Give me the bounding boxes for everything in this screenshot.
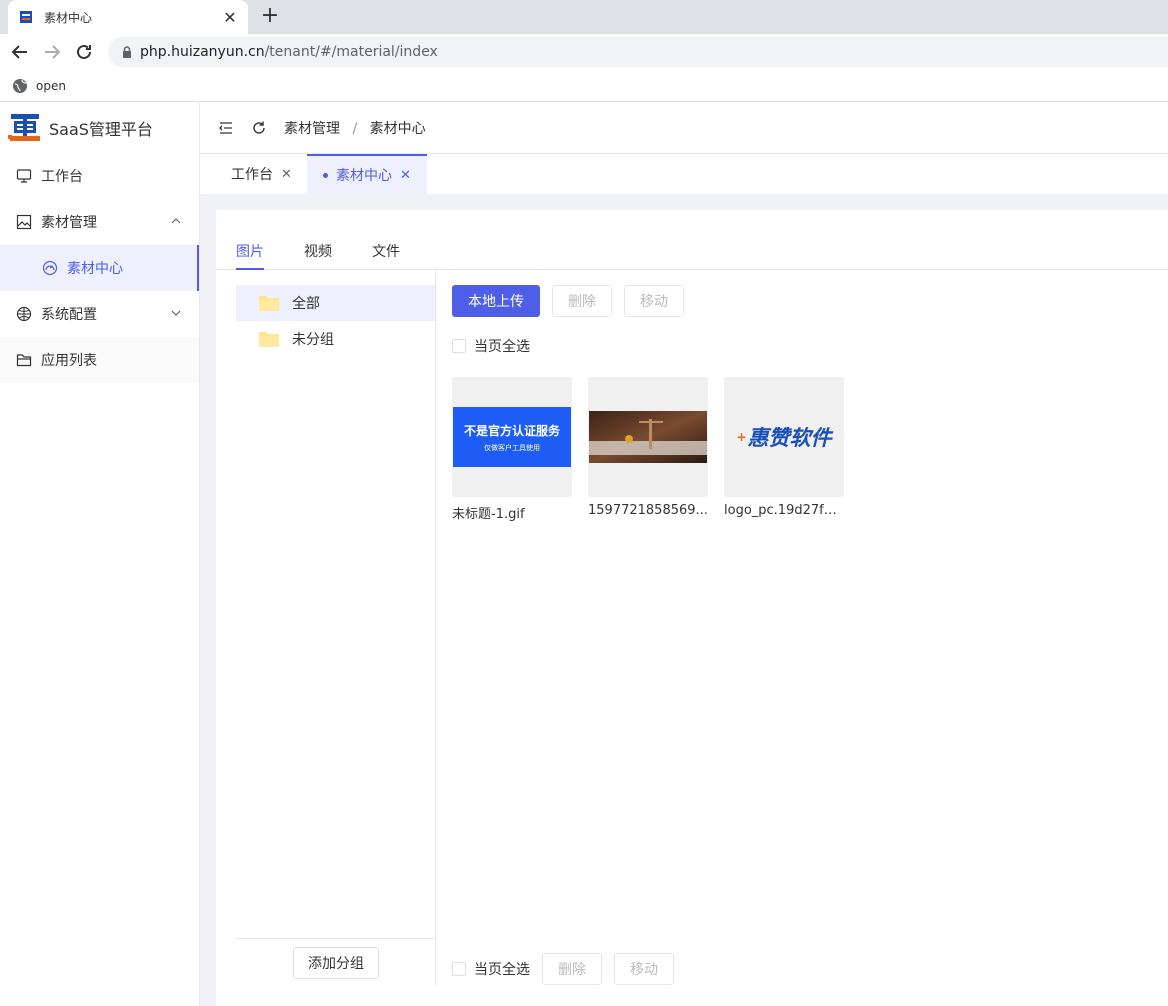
breadcrumb-current: 素材中心: [369, 121, 426, 137]
new-tab-icon[interactable]: +: [258, 4, 282, 28]
photo-image: [589, 411, 707, 463]
site-favicon-icon: [20, 11, 32, 23]
group-item-all[interactable]: 全部: [236, 285, 435, 321]
breadcrumb: 素材管理 / 素材中心: [284, 118, 426, 138]
select-all-checkbox[interactable]: [452, 339, 466, 353]
refresh-icon[interactable]: [251, 120, 267, 136]
media-tabs: 图片 视频 文件: [216, 230, 1168, 270]
tab-videos[interactable]: 视频: [304, 241, 332, 270]
group-footer: 添加分组: [236, 938, 436, 986]
banner-image: 不是官方认证服务 仅做客户工具使用: [453, 407, 571, 467]
folder-icon: [259, 296, 279, 311]
active-dot-icon: [323, 172, 328, 178]
lock-icon: [123, 46, 131, 58]
tab-files[interactable]: 文件: [372, 241, 400, 270]
group-item-ungrouped[interactable]: 未分组: [236, 321, 435, 357]
breadcrumb-separator: /: [352, 121, 358, 137]
close-tab-icon[interactable]: ✕: [222, 8, 238, 27]
globe-icon: [16, 306, 32, 322]
tab-workbench[interactable]: 工作台 ✕: [215, 154, 308, 194]
url-input[interactable]: php.huizanyun.cn/tenant/#/material/index: [108, 37, 1168, 67]
close-icon[interactable]: ✕: [400, 168, 411, 183]
url-host: php.huizanyun.cn: [140, 44, 265, 60]
select-all-top[interactable]: 当页全选: [452, 336, 530, 356]
browser-tab-title: 素材中心: [44, 10, 93, 25]
folder-icon: [259, 332, 279, 347]
image-grid: 不是官方认证服务 仅做客户工具使用 未标题-1.gif 159772185856…: [452, 377, 844, 522]
sidebar-item-label: 应用列表: [41, 353, 97, 369]
group-panel: 全部 未分组 添加分组: [236, 270, 436, 986]
sidebar-item-app-list[interactable]: 应用列表: [0, 337, 199, 383]
image-thumbnail[interactable]: [588, 377, 708, 497]
select-all-label: 当页全选: [474, 339, 530, 355]
browser-address-bar: php.huizanyun.cn/tenant/#/material/index: [0, 34, 1168, 70]
sidebar-item-label: 系统配置: [41, 307, 97, 323]
chevron-up-icon: [171, 218, 181, 224]
bookmarks-bar: open: [0, 70, 1168, 102]
logo-image: + 惠赞软件: [736, 422, 831, 452]
image-item[interactable]: 1597721858569...: [588, 377, 708, 522]
forward-arrow-icon[interactable]: [40, 40, 64, 64]
image-icon: [16, 214, 32, 230]
page-tabs: 工作台 ✕ 素材中心 ✕: [200, 154, 1168, 194]
gauge-icon: [42, 260, 58, 276]
image-thumbnail[interactable]: + 惠赞软件: [724, 377, 844, 497]
media-toolbar: 本地上传 删除 移动: [452, 285, 684, 317]
reload-icon[interactable]: [72, 40, 96, 64]
tab-images[interactable]: 图片: [236, 241, 264, 270]
upload-button[interactable]: 本地上传: [452, 285, 540, 317]
image-name: 1597721858569...: [588, 503, 708, 518]
logo-mark: +: [736, 430, 747, 444]
folder-icon: [16, 354, 32, 367]
select-all-label: 当页全选: [474, 962, 530, 978]
image-item[interactable]: + 惠赞软件 logo_pc.19d27f7...: [724, 377, 844, 522]
sidebar-item-material[interactable]: 素材管理: [0, 199, 199, 245]
url-path: /tenant/#/material/index: [264, 44, 438, 60]
image-name: logo_pc.19d27f7...: [724, 503, 844, 518]
sidebar-item-material-center[interactable]: 素材中心: [0, 245, 199, 291]
sidebar: SaaS管理平台 工作台 素材管理 素材中心 系统配置 应用列表: [0, 103, 200, 1006]
bookmark-open[interactable]: open: [36, 79, 66, 93]
sidebar-item-label: 工作台: [41, 169, 83, 185]
logo-text: 惠赞软件: [747, 426, 832, 450]
banner-subtitle: 仅做客户工具使用: [484, 443, 540, 452]
image-item[interactable]: 不是官方认证服务 仅做客户工具使用 未标题-1.gif: [452, 377, 572, 522]
browser-tabbar: 素材中心 ✕ +: [0, 0, 1168, 34]
tab-label: 工作台: [231, 167, 273, 183]
globe-icon: [13, 78, 27, 93]
banner-title: 不是官方认证服务: [463, 423, 560, 438]
brand-logo-icon: [8, 114, 40, 141]
bottom-toolbar: 当页全选 删除 移动: [452, 953, 674, 985]
tab-label: 素材中心: [336, 168, 392, 184]
breadcrumb-parent[interactable]: 素材管理: [284, 121, 340, 137]
move-button[interactable]: 移动: [624, 285, 684, 317]
monitor-icon: [16, 169, 32, 183]
close-icon[interactable]: ✕: [281, 167, 292, 182]
sidebar-item-label: 素材中心: [67, 261, 123, 277]
add-group-button[interactable]: 添加分组: [293, 946, 379, 979]
brand: SaaS管理平台: [0, 103, 199, 153]
image-thumbnail[interactable]: 不是官方认证服务 仅做客户工具使用: [452, 377, 572, 497]
sidebar-item-label: 素材管理: [41, 215, 97, 231]
sidebar-item-system-config[interactable]: 系统配置: [0, 291, 199, 337]
collapse-menu-icon[interactable]: [218, 120, 234, 136]
select-all-checkbox[interactable]: [452, 962, 466, 976]
move-button[interactable]: 移动: [614, 953, 674, 985]
image-name: 未标题-1.gif: [452, 507, 525, 522]
chevron-down-icon: [171, 310, 181, 316]
tab-material-center[interactable]: 素材中心 ✕: [307, 154, 427, 194]
back-arrow-icon[interactable]: [8, 40, 32, 64]
app-topbar: 素材管理 / 素材中心: [200, 103, 1168, 154]
group-label: 未分组: [292, 332, 334, 348]
brand-name: SaaS管理平台: [49, 120, 153, 139]
select-all-bottom[interactable]: 当页全选: [452, 959, 530, 979]
delete-button[interactable]: 删除: [542, 953, 602, 985]
delete-button[interactable]: 删除: [552, 285, 612, 317]
browser-tab[interactable]: 素材中心 ✕: [8, 0, 248, 34]
sidebar-item-workbench[interactable]: 工作台: [0, 153, 199, 199]
group-label: 全部: [292, 296, 320, 312]
